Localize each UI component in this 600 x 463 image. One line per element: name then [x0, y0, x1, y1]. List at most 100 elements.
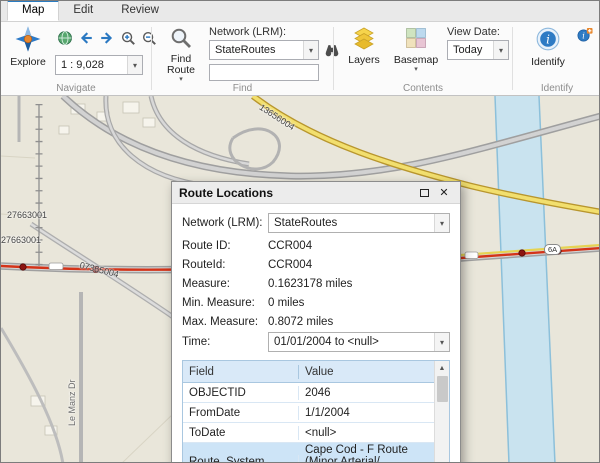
network-row: Network (LRM): StateRoutes ▾ — [182, 212, 450, 234]
field-label: Min. Measure: — [182, 296, 255, 309]
maximize-icon — [419, 188, 429, 197]
ribbon-tabbar: Map Edit Review — [1, 1, 599, 22]
network-lrm-label: Network (LRM): — [209, 26, 287, 38]
cell-value: Cape Cod - F Route (Minor Arterial/ Coll… — [305, 444, 408, 462]
find-route-magnifier-icon — [169, 26, 193, 53]
view-date-label: View Date: — [447, 26, 500, 38]
identify-button[interactable]: i Identify — [525, 25, 571, 69]
field-label: RouteId: — [182, 258, 226, 271]
network-select[interactable]: StateRoutes ▾ — [268, 213, 450, 233]
map-scale-value: 1 : 9,028 — [61, 59, 104, 71]
maximize-button[interactable] — [415, 185, 433, 201]
close-button[interactable]: ✕ — [435, 185, 453, 201]
cell-value: 1/1/2004 — [305, 406, 350, 419]
field-value: CCR004 — [268, 258, 313, 271]
tab-review[interactable]: Review — [107, 1, 173, 21]
map-scale-combo[interactable]: 1 : 9,028 ▾ — [55, 55, 143, 75]
routeid-row: RouteId: CCR004 — [182, 255, 450, 274]
table-row[interactable]: Route_System Cape Cod - F Route (Minor A… — [183, 443, 434, 462]
identify-label: Identify — [531, 56, 565, 68]
field-value: 0.1623178 miles — [268, 277, 353, 290]
network-select-value: StateRoutes — [274, 217, 338, 229]
layers-label: Layers — [348, 54, 380, 66]
table-scrollbar[interactable]: ▲ ▼ — [434, 361, 449, 462]
cell-field: Route_System — [183, 455, 299, 462]
zoom-in-button[interactable] — [118, 28, 137, 47]
globe-icon — [57, 30, 72, 45]
chevron-down-icon: ▾ — [434, 214, 449, 232]
group-contents: Layers Basemap ▾ View Date: Today ▾ Cont… — [334, 22, 512, 95]
time-select[interactable]: 01/01/2004 to <null> ▾ — [268, 332, 450, 352]
forward-arrow-icon — [100, 31, 112, 44]
svg-text:i: i — [546, 33, 550, 47]
scrollbar-thumb[interactable] — [436, 376, 448, 402]
field-value: 0.8072 miles — [268, 315, 334, 328]
table-row[interactable]: FromDate 1/1/2004 — [183, 403, 434, 423]
chevron-down-icon: ▾ — [414, 66, 418, 73]
network-lrm-combo[interactable]: StateRoutes ▾ — [209, 40, 319, 60]
tab-edit[interactable]: Edit — [59, 1, 107, 21]
route-id-label: 27663001 — [7, 210, 48, 220]
group-find: Find Route ▾ Network (LRM): StateRoutes … — [152, 22, 338, 95]
identify-info-icon: i — [535, 26, 561, 55]
route-locations-dialog: Route Locations ✕ Network (LRM): StateRo… — [171, 181, 461, 462]
chevron-down-icon: ▾ — [179, 76, 183, 84]
cell-value: <null> — [305, 426, 337, 439]
back-arrow-icon — [80, 31, 92, 44]
field-value: 0 miles — [268, 296, 305, 309]
map-viewport[interactable]: 27663001 27663001 07365004 13656004 Le M… — [1, 96, 599, 462]
column-header-value: Value — [305, 365, 334, 378]
view-date-combo[interactable]: Today ▾ — [447, 40, 509, 60]
view-date-value: Today — [453, 44, 483, 56]
attributes-table: Field Value OBJECTID 2046 FromDate 1/1/2… — [182, 360, 450, 462]
chevron-down-icon: ▾ — [127, 56, 142, 74]
field-label: Route ID: — [182, 239, 231, 252]
network-lrm-value: StateRoutes — [215, 44, 276, 56]
group-label-contents: Contents — [402, 83, 444, 94]
table-header-row: Field Value — [183, 361, 434, 383]
find-route-button[interactable]: Find Route ▾ — [160, 25, 202, 83]
next-extent-button[interactable] — [97, 28, 116, 47]
layers-icon — [352, 26, 376, 53]
table-row[interactable]: OBJECTID 2046 — [183, 383, 434, 403]
basemap-label: Basemap — [393, 54, 439, 66]
svg-text:i: i — [582, 32, 585, 41]
route-measure-input[interactable] — [209, 64, 319, 81]
group-label-navigate: Navigate — [56, 83, 96, 94]
water-channel — [494, 96, 556, 462]
group-label-find: Find — [232, 83, 253, 94]
field-label: Max. Measure: — [182, 315, 259, 328]
min-measure-row: Min. Measure: 0 miles — [182, 293, 450, 312]
explore-compass-icon — [15, 26, 41, 55]
explore-button[interactable]: Explore — [5, 25, 51, 69]
scroll-up-button[interactable]: ▲ — [435, 361, 450, 375]
basemap-button[interactable]: Basemap ▾ — [390, 25, 442, 73]
minor-lines — [1, 155, 174, 462]
tab-map[interactable]: Map — [7, 1, 60, 21]
group-label-identify: Identify — [540, 83, 574, 94]
dialog-titlebar[interactable]: Route Locations ✕ — [172, 182, 460, 204]
scroll-up-icon: ▲ — [438, 364, 446, 372]
field-value: CCR004 — [268, 239, 313, 252]
full-extent-globe-button[interactable] — [55, 28, 74, 47]
close-icon: ✕ — [439, 187, 449, 199]
app-window: Map Edit Review Explore 1 : 9,028 ▾ Navi… — [0, 0, 600, 463]
layers-button[interactable]: Layers — [342, 25, 386, 67]
group-navigate: Explore 1 : 9,028 ▾ Navigate — [1, 22, 156, 95]
route-id-label: 27663001 — [1, 235, 42, 245]
dialog-title: Route Locations — [179, 185, 274, 200]
identify-plus-icon: i — [577, 27, 593, 42]
basemap-icon — [404, 26, 428, 53]
ribbon: Explore 1 : 9,028 ▾ Navigate Find Route … — [1, 22, 599, 96]
explore-label: Explore — [10, 56, 46, 68]
column-header-field: Field — [183, 364, 299, 379]
field-label: Network (LRM): — [182, 217, 263, 229]
cell-field: FromDate — [183, 405, 299, 420]
previous-extent-button[interactable] — [76, 28, 95, 47]
dialog-body: Network (LRM): StateRoutes ▾ Route ID: C… — [172, 204, 460, 462]
table-row[interactable]: ToDate <null> — [183, 423, 434, 443]
measure-row: Measure: 0.1623178 miles — [182, 274, 450, 293]
max-measure-row: Max. Measure: 0.8072 miles — [182, 312, 450, 331]
identify-route-location-button[interactable]: i — [575, 26, 594, 45]
zoom-in-icon — [121, 31, 135, 45]
